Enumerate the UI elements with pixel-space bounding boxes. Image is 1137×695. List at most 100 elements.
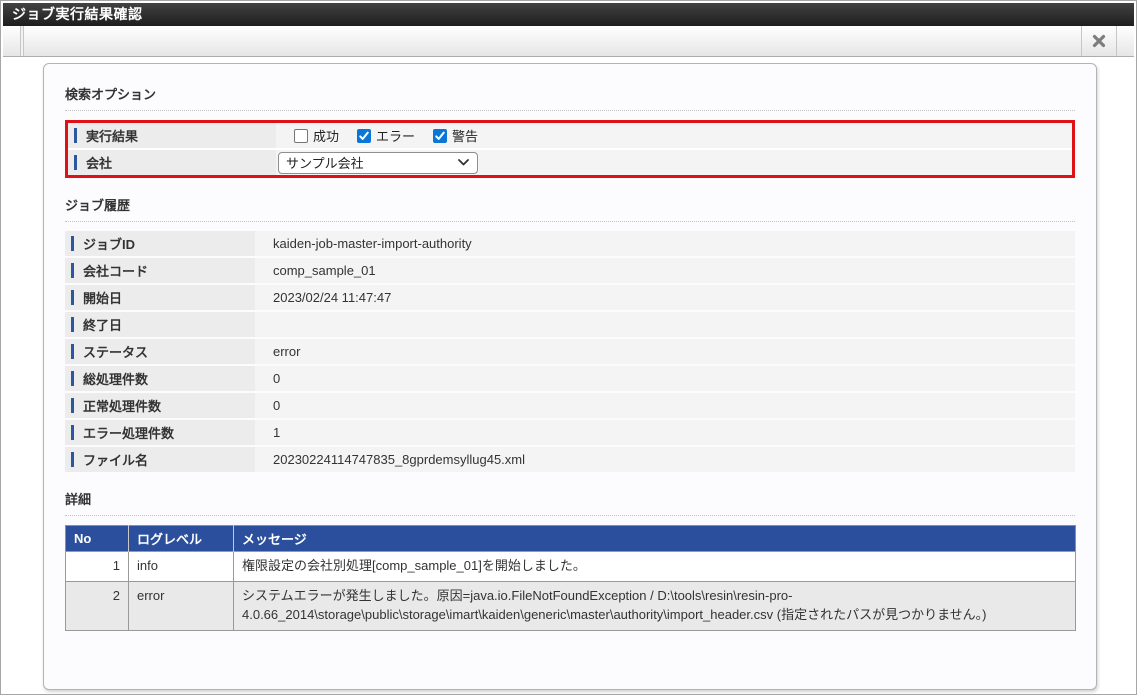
field-value-text: 0 [273,398,281,413]
field-label-text: 総処理件数 [83,372,149,387]
job-history-row: 開始日 2023/02/24 11:47:47 [65,285,1075,310]
details-table-body: 1 info 権限設定の会社別処理[comp_sample_01]を開始しました。 2… [65,551,1076,631]
search-row-result: 実行結果 成功 エラー 警告 [68,123,1072,148]
job-history-row: 会社コード comp_sample_01 [65,258,1075,283]
app-window: ジョブ実行結果確認 検索オプション 実行結果 成功 エラー 警告 会社 サンプル… [0,0,1137,695]
page-title: ジョブ実行結果確認 [12,6,143,22]
field-value-text: 1 [273,425,281,440]
field-value: 0 [255,366,1075,391]
label-accent-bar [71,317,74,332]
field-label: 終了日 [65,312,255,337]
cell-log-level: info [128,551,234,582]
job-history-row: ファイル名 20230224114747835_8gprdemsyllug45.x… [65,447,1075,472]
label-accent-bar [71,290,74,305]
job-history-list: ジョブID kaiden-job-master-import-authority 会… [65,231,1075,472]
content-area: 検索オプション 実行結果 成功 エラー 警告 会社 サンプル会社 ジョブ履歴 ジ… [3,57,1134,694]
field-value: error [255,339,1075,364]
result-label-text: 実行結果 [86,129,139,144]
job-history-row: ジョブID kaiden-job-master-import-authority [65,231,1075,256]
field-value: 2023/02/24 11:47:47 [255,285,1075,310]
checkbox-item-warning: 警告 [433,126,478,145]
details-heading: 詳細 [65,489,1075,516]
field-value-text: 0 [273,371,281,386]
field-label: 総処理件数 [65,366,255,391]
details-table-header-row: No ログレベル メッセージ [65,525,1076,552]
job-history-row: 総処理件数 0 [65,366,1075,391]
field-label-text: ステータス [83,345,149,360]
field-value-text: error [273,344,301,359]
column-header: No [65,525,129,552]
toolbar-separator [20,26,24,56]
checkbox-error[interactable] [357,128,372,143]
window-titlebar: ジョブ実行結果確認 [3,3,1134,26]
search-row-company: 会社 サンプル会社 [68,150,1072,175]
field-value-text: kaiden-job-master-import-authority [273,236,472,251]
job-history-row: エラー処理件数 1 [65,420,1075,445]
checkbox-label-success: 成功 [313,129,340,144]
company-select-cell: サンプル会社 [276,150,1072,175]
field-label: 正常処理件数 [65,393,255,418]
job-history-row: 正常処理件数 0 [65,393,1075,418]
label-accent-bar [74,155,77,170]
field-label-text: ジョブID [83,237,136,252]
field-label: 会社コード [65,258,255,283]
job-history-heading: ジョブ履歴 [65,195,1075,222]
field-value: 1 [255,420,1075,445]
field-label-text: 開始日 [83,291,123,306]
field-label-text: ファイル名 [83,453,149,468]
label-accent-bar [71,398,74,413]
checkbox-label-warning: 警告 [452,129,479,144]
field-label: 開始日 [65,285,255,310]
check-icon [359,131,369,140]
check-icon [435,131,445,140]
chevron-down-icon [458,159,469,166]
field-value-text: 2023/02/24 11:47:47 [273,290,392,305]
field-label-text: エラー処理件数 [83,426,175,441]
table-row: 1 info 権限設定の会社別処理[comp_sample_01]を開始しました。 [65,551,1076,582]
job-history-row: ステータス error [65,339,1075,364]
cell-log-level: error [128,580,234,631]
field-label: エラー処理件数 [65,420,255,445]
checkbox-success[interactable] [294,128,308,143]
label-accent-bar [71,452,74,467]
table-row: 2 error システムエラーが発生しました。原因=java.io.FileNotF… [65,580,1076,631]
cell-message: 権限設定の会社別処理[comp_sample_01]を開始しました。 [233,551,1076,582]
search-highlight-box: 実行結果 成功 エラー 警告 会社 サンプル会社 [65,120,1075,178]
company-select-value: サンプル会社 [286,156,364,171]
close-button[interactable] [1081,26,1117,56]
label-accent-bar [71,263,74,278]
field-label-text: 会社コード [83,264,149,279]
field-value: comp_sample_01 [255,258,1075,283]
company-label-text: 会社 [86,156,113,171]
label-accent-bar [71,371,74,386]
field-value: 0 [255,393,1075,418]
result-checkbox-group: 成功 エラー 警告 [276,123,1072,148]
checkbox-item-success: 成功 [294,126,339,145]
label-accent-bar [71,425,74,440]
cell-no: 2 [65,580,129,631]
field-value: 20230224114747835_8gprdemsyllug45.xml [255,447,1075,472]
label-accent-bar [74,128,77,143]
field-label-text: 終了日 [83,318,123,333]
cell-message: システムエラーが発生しました。原因=java.io.FileNotFoundEx… [233,580,1076,631]
dialog-panel: 検索オプション 実行結果 成功 エラー 警告 会社 サンプル会社 ジョブ履歴 ジ… [43,63,1097,690]
result-field-label: 実行結果 [68,123,276,148]
field-value-text: comp_sample_01 [273,263,376,278]
checkbox-warning[interactable] [433,128,448,143]
job-history-row: 終了日 [65,312,1075,337]
label-accent-bar [71,344,74,359]
toolbar [3,26,1134,57]
search-options-heading: 検索オプション [65,84,1075,111]
company-field-label: 会社 [68,150,276,175]
details-table: No ログレベル メッセージ 1 info 権限設定の会社別処理[comp_sample… [65,525,1076,631]
field-label-text: 正常処理件数 [83,399,162,414]
column-header: メッセージ [233,525,1076,552]
close-icon [1092,34,1106,48]
company-select[interactable]: サンプル会社 [278,151,478,174]
checkbox-label-error: エラー [376,129,416,144]
column-header: ログレベル [128,525,234,552]
field-label: ファイル名 [65,447,255,472]
checkbox-item-error: エラー [357,126,415,145]
field-value: kaiden-job-master-import-authority [255,231,1075,256]
field-value [255,312,1075,337]
